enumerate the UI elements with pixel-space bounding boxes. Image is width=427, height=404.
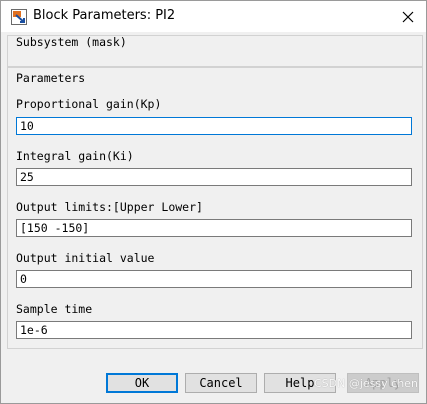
cancel-button[interactable]: Cancel xyxy=(185,373,257,393)
sample-time-label: Sample time xyxy=(16,302,93,316)
parameters-label: Parameters xyxy=(16,71,86,85)
title-bar[interactable]: Block Parameters: PI2 xyxy=(1,1,426,32)
output-initial-value-label: Output initial value xyxy=(16,251,155,265)
simulink-block-icon xyxy=(11,9,27,25)
output-limits-input[interactable]: [150 -150] xyxy=(16,219,412,237)
close-icon xyxy=(402,11,414,23)
kp-label: Proportional gain(Kp) xyxy=(16,97,162,111)
sample-time-input[interactable]: 1e-6 xyxy=(16,321,412,339)
ok-button[interactable]: OK xyxy=(106,373,178,393)
window-title: Block Parameters: PI2 xyxy=(33,8,176,23)
mask-label: Subsystem (mask) xyxy=(16,35,127,49)
ki-label: Integral gain(Ki) xyxy=(16,149,134,163)
output-initial-value-input[interactable]: 0 xyxy=(16,270,412,288)
watermark: CSDN @jessy chen xyxy=(314,377,418,390)
kp-input[interactable]: 10 xyxy=(16,117,412,135)
mask-description-group: Subsystem (mask) xyxy=(7,35,423,67)
output-limits-label: Output limits:[Upper Lower] xyxy=(16,200,203,214)
ki-input[interactable]: 25 xyxy=(16,168,412,186)
block-parameters-dialog: Block Parameters: PI2 Subsystem (mask) P… xyxy=(0,0,427,404)
close-button[interactable] xyxy=(396,6,420,28)
parameters-group: Parameters Proportional gain(Kp) 10 Inte… xyxy=(7,67,423,349)
